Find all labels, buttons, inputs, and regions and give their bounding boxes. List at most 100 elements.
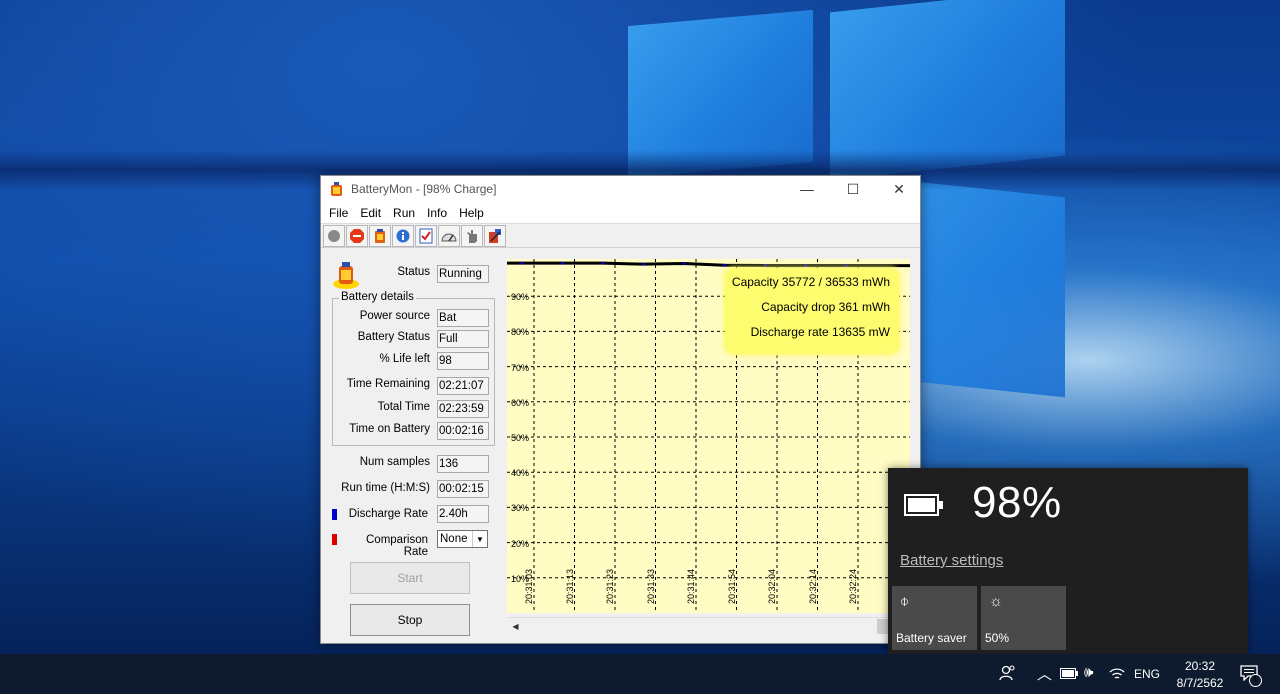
battery-level-icon	[904, 494, 943, 516]
y-tick-label: 30%	[511, 503, 530, 514]
minimize-button[interactable]: —	[784, 176, 830, 202]
minimize-icon: —	[800, 181, 814, 197]
hand-button[interactable]	[461, 224, 483, 247]
menu-edit[interactable]: Edit	[354, 206, 387, 220]
y-tick-label: 40%	[511, 468, 530, 479]
settings-icon	[489, 228, 501, 243]
total-time-label: Total Time	[377, 401, 430, 413]
menu-info[interactable]: Info	[421, 206, 453, 220]
data-point	[520, 261, 524, 265]
menu-file[interactable]: File	[323, 206, 354, 220]
title-bar[interactable]: BatteryMon - [98% Charge] — ☐ ✕	[321, 176, 920, 202]
people-icon[interactable]	[999, 664, 1017, 682]
app-icon	[331, 182, 342, 196]
total-time-value: 02:23:59	[437, 400, 489, 418]
x-tick-label: 20:31:33	[645, 568, 656, 604]
x-tick-label: 20:32:14	[807, 568, 818, 604]
battery-saver-label: Battery saver	[896, 631, 967, 645]
battery-settings-link[interactable]: Battery settings	[900, 552, 1003, 569]
info-button[interactable]	[392, 224, 414, 247]
x-tick-label: 20:32:04	[767, 568, 777, 604]
comparison-rate-label: Comparison Rate	[366, 534, 428, 558]
num-samples-label: Num samples	[359, 456, 430, 468]
x-tick-label: 20:31:03	[524, 568, 534, 604]
maximize-button[interactable]: ☐	[830, 176, 876, 202]
notification-count-badge: 1	[1249, 674, 1262, 687]
comparison-rate-select[interactable]: None ▼	[437, 530, 488, 548]
comparison-color-swatch	[332, 534, 337, 545]
battery-button[interactable]	[369, 224, 391, 247]
input-language[interactable]: ENG	[1134, 667, 1160, 681]
menu-bar: File Edit Run Info Help	[321, 202, 920, 224]
data-point	[844, 264, 848, 268]
status-label: Status	[397, 266, 430, 278]
x-tick-label: 20:31:23	[605, 568, 615, 604]
discharge-rate-value: 2.40h	[437, 505, 489, 523]
power-source-label: Power source	[359, 310, 430, 322]
gauge-icon	[441, 233, 457, 241]
y-tick-label: 50%	[511, 433, 530, 443]
data-point	[642, 262, 645, 266]
y-tick-label: 90%	[511, 292, 530, 303]
time-on-battery-value: 00:02:16	[437, 422, 489, 440]
battery-tray-icon[interactable]	[1060, 668, 1078, 679]
data-point	[804, 264, 807, 268]
maximize-icon: ☐	[846, 180, 860, 197]
chevron-up-icon[interactable]: ︿	[1037, 663, 1052, 684]
stop-monitor-button[interactable]	[346, 224, 368, 247]
battery-logo-icon	[333, 262, 359, 289]
wifi-icon[interactable]	[1109, 667, 1125, 681]
menu-run[interactable]: Run	[387, 206, 421, 220]
close-icon: ✕	[893, 180, 905, 197]
data-point	[723, 263, 726, 267]
info-icon	[396, 229, 410, 242]
data-point	[561, 261, 564, 265]
battery-flyout: 98% Battery settings ⌽ Battery saver ☼ 5…	[888, 468, 1248, 654]
capacity-text: Capacity 35772 / 36533 mWh	[731, 275, 890, 289]
close-button[interactable]: ✕	[876, 176, 922, 202]
battery-graph: 90% 80% 70% 60% 50% 40% 30% 20% 10% 20:31:03 20:3…	[507, 259, 910, 613]
volume-icon[interactable]: 🕪	[1084, 664, 1093, 681]
battery-icon	[375, 228, 385, 243]
battery-saver-icon: ⌽	[900, 593, 910, 610]
y-tick-label: 60%	[511, 397, 530, 408]
brightness-tile[interactable]: ☼ 50%	[981, 586, 1066, 650]
time-remaining-value: 02:21:07	[437, 377, 489, 395]
clock[interactable]: 20:32 8/7/2562	[1170, 658, 1230, 692]
comparison-rate-selected: None	[440, 533, 468, 545]
x-tick-label: 20:31:54	[726, 568, 737, 604]
clock-date: 8/7/2562	[1176, 676, 1224, 690]
hand-icon	[467, 229, 477, 243]
capacity-drop-text: Capacity drop 361 mWh	[761, 300, 890, 314]
start-button[interactable]: Start	[350, 562, 470, 594]
capacity-info-box: Capacity 35772 / 36533 mWh Capacity drop…	[725, 268, 899, 354]
batterymon-window: BatteryMon - [98% Charge] — ☐ ✕ File Edi…	[320, 175, 921, 644]
settings-button[interactable]	[484, 224, 506, 247]
run-time-value: 00:02:15	[437, 480, 489, 498]
y-tick-label: 80%	[511, 327, 530, 338]
battery-status-label: Battery Status	[357, 331, 430, 343]
discharge-rate-text: Discharge rate 13635 mW	[750, 325, 890, 339]
data-point	[682, 261, 686, 265]
menu-help[interactable]: Help	[453, 206, 490, 220]
num-samples-value: 136	[437, 455, 489, 473]
graph-scrollbar[interactable]: ◀	[507, 617, 910, 634]
battery-percent: 98%	[972, 478, 1062, 527]
window-title: BatteryMon - [98% Charge]	[351, 182, 497, 196]
run-time-label: Run time (H:M:S)	[341, 482, 430, 494]
taskbar: ︿ 🕪 ENG 20:32 8/7/2562	[0, 654, 1280, 694]
checklist-button[interactable]	[415, 224, 437, 247]
gauge-button[interactable]	[438, 224, 460, 247]
x-tick-label: 20:31:44	[686, 568, 696, 604]
brightness-icon: ☼	[989, 593, 1003, 610]
stop-icon	[350, 228, 364, 243]
clock-time: 20:32	[1184, 659, 1216, 673]
battery-status-value: Full	[437, 330, 489, 348]
chevron-down-icon[interactable]: ▼	[472, 531, 487, 547]
time-on-battery-label: Time on Battery	[349, 423, 430, 435]
start-monitor-button[interactable]	[323, 224, 345, 247]
stop-button[interactable]: Stop	[350, 604, 470, 636]
scroll-left-icon[interactable]: ◀	[507, 618, 524, 635]
battery-saver-tile[interactable]: ⌽ Battery saver	[892, 586, 977, 650]
power-source-value: Bat	[437, 309, 489, 327]
